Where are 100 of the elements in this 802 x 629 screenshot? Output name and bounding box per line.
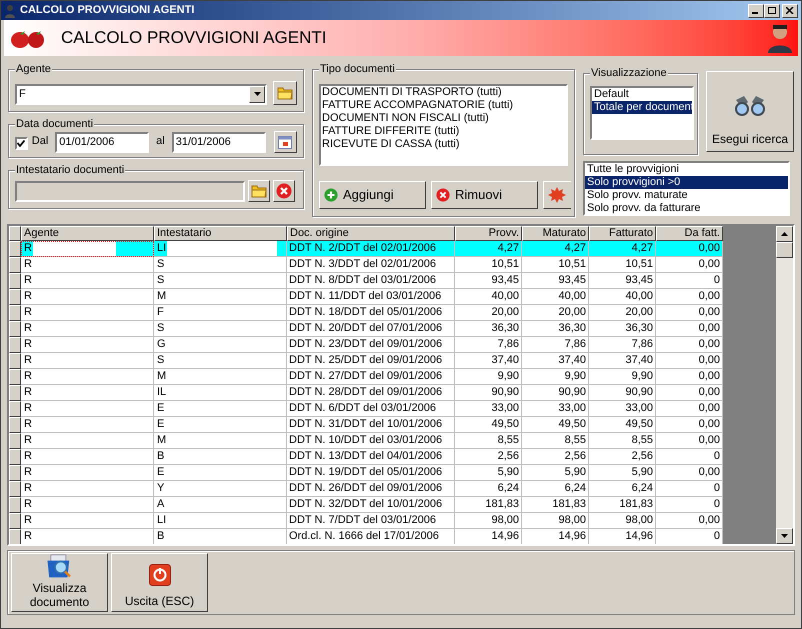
table-row[interactable]: R E DDT N. 6/DDT del 03/01/2006 33,00 33,00 33,00 0,00 bbox=[9, 401, 723, 417]
column-header[interactable]: Da fatt. bbox=[656, 226, 723, 241]
list-item[interactable]: Tutte le provvigioni bbox=[585, 163, 788, 176]
row-header[interactable] bbox=[9, 321, 21, 337]
list-item[interactable]: DOCUMENTI NON FISCALI (tutti) bbox=[322, 112, 565, 125]
table-cell: 7,86 bbox=[589, 337, 656, 353]
table-row[interactable]: R S DDT N. 8/DDT del 03/01/2006 93,45 93,45 93,45 0 bbox=[9, 273, 723, 289]
table-cell: 90,90 bbox=[522, 385, 589, 401]
table-cell-text: R bbox=[23, 385, 32, 400]
scrollbar[interactable] bbox=[776, 226, 793, 544]
list-item[interactable]: Solo provv. da fatturare bbox=[585, 202, 788, 215]
list-item[interactable]: Default bbox=[592, 88, 692, 101]
column-header[interactable]: Maturato bbox=[522, 226, 589, 241]
dropdown-button[interactable] bbox=[249, 86, 265, 103]
remove-button[interactable]: Rimuovi bbox=[431, 181, 538, 209]
date-checkbox[interactable] bbox=[15, 137, 28, 150]
row-header[interactable] bbox=[9, 289, 21, 305]
agent-dropdown[interactable]: F bbox=[15, 84, 267, 105]
exit-button[interactable]: Uscita (ESC) bbox=[111, 553, 208, 612]
close-icon bbox=[786, 7, 794, 14]
close-button[interactable] bbox=[782, 4, 798, 18]
table-row[interactable]: R M DDT N. 10/DDT del 03/01/2006 8,55 8,55 8,55 0,00 bbox=[9, 433, 723, 449]
list-item[interactable]: Solo provv. maturate bbox=[585, 189, 788, 202]
add-button[interactable]: Aggiungi bbox=[319, 181, 426, 209]
row-header[interactable] bbox=[9, 385, 21, 401]
table-row[interactable]: R G DDT N. 23/DDT del 09/01/2006 7,86 7,86 7,86 0,00 bbox=[9, 337, 723, 353]
table-cell: 36,30 bbox=[522, 321, 589, 337]
search-button[interactable]: Esegui ricerca bbox=[706, 71, 794, 152]
row-header[interactable] bbox=[9, 257, 21, 273]
table-row[interactable]: R A DDT N. 32/DDT del 10/01/2006 181,83 181,83 181,83 0 bbox=[9, 497, 723, 513]
table-row[interactable]: R S DDT N. 20/DDT del 07/01/2006 36,30 36,30 36,30 0,00 bbox=[9, 321, 723, 337]
browse-button[interactable] bbox=[248, 180, 270, 202]
row-header[interactable] bbox=[9, 273, 21, 289]
row-header[interactable] bbox=[9, 481, 21, 497]
document-type-list[interactable]: DOCUMENTI DI TRASPORTO (tutti) FATTURE ACCOMPAGNATORIE (tutti) DOCUMENTI NON FISCALI (tutti) FATTURE DIFFERITE (tutti) RICEVUTE DI CASSA (tutti) bbox=[319, 84, 568, 166]
row-header[interactable] bbox=[9, 433, 21, 449]
row-header[interactable] bbox=[9, 401, 21, 417]
column-header[interactable]: Agente bbox=[21, 226, 154, 241]
date-from-field[interactable]: 01/01/2006 bbox=[55, 132, 150, 154]
scroll-thumb[interactable] bbox=[776, 242, 793, 258]
view-button[interactable]: Visualizza documento bbox=[11, 553, 108, 612]
table-row[interactable]: R LI DDT N. 2/DDT del 02/01/2006 4,27 4,27 4,27 0,00 bbox=[9, 241, 723, 257]
date-to-field[interactable]: 31/01/2006 bbox=[172, 132, 266, 154]
row-header[interactable] bbox=[9, 305, 21, 321]
table-cell-text: R bbox=[23, 401, 32, 416]
clear-button[interactable] bbox=[543, 181, 571, 209]
list-item[interactable]: DOCUMENTI DI TRASPORTO (tutti) bbox=[322, 86, 565, 99]
column-header[interactable]: Provv. bbox=[455, 226, 522, 241]
list-item[interactable]: FATTURE ACCOMPAGNATORIE (tutti) bbox=[322, 99, 565, 112]
row-header[interactable] bbox=[9, 353, 21, 369]
table-cell: DDT N. 19/DDT del 05/01/2006 bbox=[287, 465, 455, 481]
table-cell-text: S bbox=[156, 257, 164, 272]
table-cell: DDT N. 8/DDT del 03/01/2006 bbox=[287, 273, 455, 289]
table-row[interactable]: R Y DDT N. 26/DDT del 09/01/2006 6,24 6,24 6,24 0 bbox=[9, 481, 723, 497]
table-row[interactable]: R M DDT N. 27/DDT del 09/01/2006 9,90 9,90 9,90 0,00 bbox=[9, 369, 723, 385]
table-row[interactable]: R B Ord.cl. N. 1666 del 17/01/2006 14,96 14,96 14,96 0 bbox=[9, 529, 723, 544]
row-header[interactable] bbox=[9, 449, 21, 465]
row-header[interactable] bbox=[9, 241, 21, 257]
row-header[interactable] bbox=[9, 417, 21, 433]
column-header[interactable]: Intestatario bbox=[154, 226, 287, 241]
column-header[interactable]: Fatturato bbox=[589, 226, 656, 241]
table-row[interactable]: R F DDT N. 18/DDT del 05/01/2006 20,00 20,00 20,00 0,00 bbox=[9, 305, 723, 321]
folder-icon bbox=[251, 184, 267, 198]
row-header[interactable] bbox=[9, 369, 21, 385]
row-header[interactable] bbox=[9, 513, 21, 529]
table-row[interactable]: R M DDT N. 11/DDT del 03/01/2006 40,00 40,00 40,00 0,00 bbox=[9, 289, 723, 305]
list-item[interactable]: Solo provvigioni >0 bbox=[585, 176, 788, 189]
scroll-down-button[interactable] bbox=[776, 528, 793, 544]
table-cell-text: M bbox=[156, 289, 166, 304]
row-header[interactable] bbox=[9, 465, 21, 481]
table-cell: 0,00 bbox=[656, 257, 723, 273]
table-cell: 4,27 bbox=[589, 241, 656, 257]
row-header[interactable] bbox=[9, 529, 21, 544]
table-cell-text: IL bbox=[156, 385, 166, 400]
table-row[interactable]: R LI DDT N. 7/DDT del 03/01/2006 98,00 98,00 98,00 0,00 bbox=[9, 513, 723, 529]
clear-button[interactable] bbox=[273, 180, 295, 202]
table-cell: 14,96 bbox=[522, 529, 589, 544]
table-row[interactable]: R E DDT N. 19/DDT del 05/01/2006 5,90 5,90 5,90 0,00 bbox=[9, 465, 723, 481]
table-row[interactable]: R S DDT N. 3/DDT del 02/01/2006 10,51 10,51 10,51 0,00 bbox=[9, 257, 723, 273]
browse-button[interactable] bbox=[273, 80, 297, 105]
table-row[interactable]: R IL DDT N. 28/DDT del 09/01/2006 90,90 90,90 90,90 0,00 bbox=[9, 385, 723, 401]
table-cell: DDT N. 31/DDT del 10/01/2006 bbox=[287, 417, 455, 433]
row-header[interactable] bbox=[9, 497, 21, 513]
table-row[interactable]: R E DDT N. 31/DDT del 10/01/2006 49,50 49,50 49,50 0,00 bbox=[9, 417, 723, 433]
to-label: al bbox=[156, 134, 165, 149]
filter-list[interactable]: Tutte le provvigioni Solo provvigioni >0 Solo provv. maturate Solo provv. da fatturare bbox=[583, 161, 790, 216]
holder-field[interactable] bbox=[15, 181, 245, 202]
power-icon bbox=[148, 564, 170, 586]
scroll-up-button[interactable] bbox=[776, 226, 793, 242]
table-cell: DDT N. 10/DDT del 03/01/2006 bbox=[287, 433, 455, 449]
table-row[interactable]: R B DDT N. 13/DDT del 04/01/2006 2,56 2,56 2,56 0 bbox=[9, 449, 723, 465]
column-header[interactable]: Doc. origine bbox=[287, 226, 455, 241]
calendar-button[interactable] bbox=[274, 131, 297, 154]
list-item[interactable]: RICEVUTE DI CASSA (tutti) bbox=[322, 138, 565, 151]
maximize-button[interactable] bbox=[764, 4, 780, 18]
table-row[interactable]: R S DDT N. 25/DDT del 09/01/2006 37,40 37,40 37,40 0,00 bbox=[9, 353, 723, 369]
minimize-button[interactable] bbox=[748, 4, 764, 18]
list-item[interactable]: FATTURE DIFFERITE (tutti) bbox=[322, 125, 565, 138]
row-header[interactable] bbox=[9, 337, 21, 353]
table-cell-text: R bbox=[23, 369, 32, 384]
